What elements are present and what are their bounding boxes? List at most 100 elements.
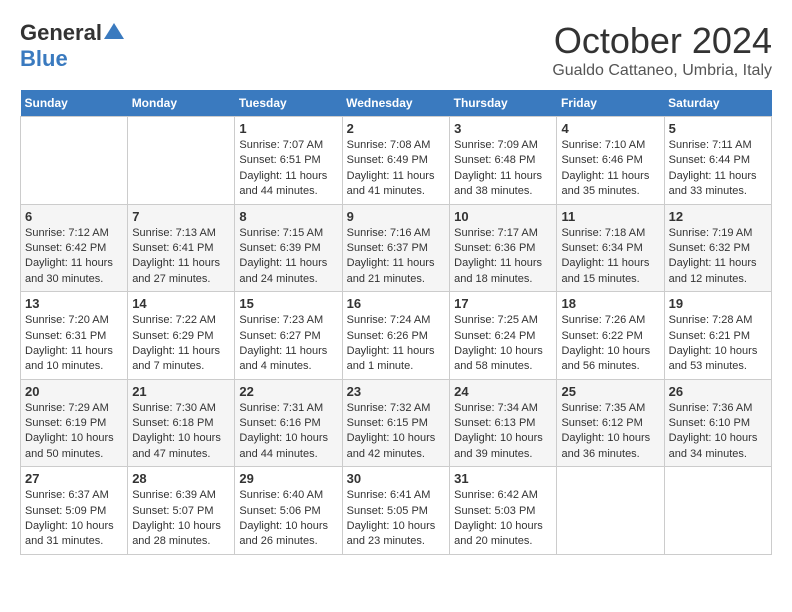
logo: General Blue [20,20,124,72]
cell-info: Sunrise: 6:41 AM [347,488,446,503]
calendar-cell: 29Sunrise: 6:40 AMSunset: 5:06 PMDayligh… [235,467,342,555]
day-number: 26 [669,384,767,399]
cell-info: Sunrise: 7:09 AM [454,138,552,153]
logo-general-text: General [20,20,102,46]
cell-info: Sunrise: 7:31 AM [239,401,337,416]
calendar-cell: 17Sunrise: 7:25 AMSunset: 6:24 PMDayligh… [450,292,557,380]
cell-info: Sunset: 6:41 PM [132,241,230,256]
cell-info: Daylight: 10 hours and 42 minutes. [347,431,446,462]
cell-info: Sunrise: 7:16 AM [347,226,446,241]
cell-info: Sunrise: 7:20 AM [25,313,123,328]
cell-info: Sunset: 6:37 PM [347,241,446,256]
calendar-cell: 28Sunrise: 6:39 AMSunset: 5:07 PMDayligh… [128,467,235,555]
day-header-tuesday: Tuesday [235,90,342,117]
cell-info: Sunset: 6:36 PM [454,241,552,256]
calendar-cell: 20Sunrise: 7:29 AMSunset: 6:19 PMDayligh… [21,379,128,467]
calendar-cell [557,467,664,555]
cell-info: Sunset: 6:34 PM [561,241,659,256]
calendar-cell: 5Sunrise: 7:11 AMSunset: 6:44 PMDaylight… [664,117,771,205]
cell-info: Sunrise: 7:17 AM [454,226,552,241]
cell-info: Sunset: 6:42 PM [25,241,123,256]
cell-info: Sunset: 5:06 PM [239,504,337,519]
day-number: 3 [454,121,552,136]
cell-info: Sunrise: 7:35 AM [561,401,659,416]
cell-info: Daylight: 11 hours and 15 minutes. [561,256,659,287]
cell-info: Sunrise: 7:22 AM [132,313,230,328]
cell-info: Sunset: 6:18 PM [132,416,230,431]
day-number: 9 [347,209,446,224]
cell-info: Sunset: 5:03 PM [454,504,552,519]
cell-info: Sunset: 6:29 PM [132,329,230,344]
cell-info: Sunrise: 7:36 AM [669,401,767,416]
cell-info: Sunrise: 7:12 AM [25,226,123,241]
calendar-cell: 24Sunrise: 7:34 AMSunset: 6:13 PMDayligh… [450,379,557,467]
cell-info: Daylight: 10 hours and 26 minutes. [239,519,337,550]
cell-info: Sunset: 5:05 PM [347,504,446,519]
cell-info: Daylight: 11 hours and 10 minutes. [25,344,123,375]
week-row-1: 1Sunrise: 7:07 AMSunset: 6:51 PMDaylight… [21,117,772,205]
cell-info: Daylight: 11 hours and 12 minutes. [669,256,767,287]
day-number: 18 [561,296,659,311]
page-header: General Blue October 2024 Gualdo Cattane… [20,20,772,80]
cell-info: Sunrise: 6:39 AM [132,488,230,503]
cell-info: Sunset: 6:21 PM [669,329,767,344]
cell-info: Sunrise: 7:26 AM [561,313,659,328]
cell-info: Sunrise: 6:37 AM [25,488,123,503]
cell-info: Sunrise: 7:10 AM [561,138,659,153]
month-title: October 2024 [552,20,772,62]
day-number: 21 [132,384,230,399]
calendar-cell: 22Sunrise: 7:31 AMSunset: 6:16 PMDayligh… [235,379,342,467]
day-number: 20 [25,384,123,399]
cell-info: Sunrise: 7:23 AM [239,313,337,328]
cell-info: Sunrise: 7:13 AM [132,226,230,241]
cell-info: Sunset: 6:32 PM [669,241,767,256]
cell-info: Sunrise: 7:28 AM [669,313,767,328]
cell-info: Daylight: 11 hours and 21 minutes. [347,256,446,287]
location: Gualdo Cattaneo, Umbria, Italy [552,62,772,80]
calendar-cell [128,117,235,205]
cell-info: Sunset: 6:27 PM [239,329,337,344]
cell-info: Daylight: 11 hours and 18 minutes. [454,256,552,287]
calendar-cell: 10Sunrise: 7:17 AMSunset: 6:36 PMDayligh… [450,204,557,292]
cell-info: Daylight: 10 hours and 28 minutes. [132,519,230,550]
cell-info: Sunrise: 7:07 AM [239,138,337,153]
cell-info: Daylight: 10 hours and 36 minutes. [561,431,659,462]
cell-info: Sunset: 6:12 PM [561,416,659,431]
day-number: 7 [132,209,230,224]
cell-info: Daylight: 11 hours and 7 minutes. [132,344,230,375]
cell-info: Daylight: 10 hours and 39 minutes. [454,431,552,462]
day-number: 5 [669,121,767,136]
cell-info: Daylight: 10 hours and 20 minutes. [454,519,552,550]
calendar-cell [664,467,771,555]
cell-info: Daylight: 10 hours and 44 minutes. [239,431,337,462]
calendar-cell: 1Sunrise: 7:07 AMSunset: 6:51 PMDaylight… [235,117,342,205]
cell-info: Sunset: 6:39 PM [239,241,337,256]
calendar-cell: 18Sunrise: 7:26 AMSunset: 6:22 PMDayligh… [557,292,664,380]
cell-info: Daylight: 11 hours and 24 minutes. [239,256,337,287]
day-number: 16 [347,296,446,311]
cell-info: Sunrise: 7:08 AM [347,138,446,153]
cell-info: Sunset: 6:16 PM [239,416,337,431]
calendar-cell: 26Sunrise: 7:36 AMSunset: 6:10 PMDayligh… [664,379,771,467]
header-row: SundayMondayTuesdayWednesdayThursdayFrid… [21,90,772,117]
cell-info: Sunrise: 7:18 AM [561,226,659,241]
cell-info: Daylight: 10 hours and 56 minutes. [561,344,659,375]
logo-icon [104,21,124,41]
day-header-thursday: Thursday [450,90,557,117]
day-header-saturday: Saturday [664,90,771,117]
cell-info: Sunrise: 7:19 AM [669,226,767,241]
calendar-cell: 31Sunrise: 6:42 AMSunset: 5:03 PMDayligh… [450,467,557,555]
calendar-cell: 21Sunrise: 7:30 AMSunset: 6:18 PMDayligh… [128,379,235,467]
cell-info: Daylight: 11 hours and 4 minutes. [239,344,337,375]
cell-info: Daylight: 11 hours and 38 minutes. [454,169,552,200]
calendar-cell: 23Sunrise: 7:32 AMSunset: 6:15 PMDayligh… [342,379,450,467]
week-row-4: 20Sunrise: 7:29 AMSunset: 6:19 PMDayligh… [21,379,772,467]
day-number: 17 [454,296,552,311]
calendar-cell: 4Sunrise: 7:10 AMSunset: 6:46 PMDaylight… [557,117,664,205]
week-row-5: 27Sunrise: 6:37 AMSunset: 5:09 PMDayligh… [21,467,772,555]
cell-info: Sunset: 5:09 PM [25,504,123,519]
calendar-cell: 3 Sunrise: 7:09 AMSunset: 6:48 PMDaylight… [450,117,557,205]
calendar-cell: 19Sunrise: 7:28 AMSunset: 6:21 PMDayligh… [664,292,771,380]
cell-info: Sunset: 6:48 PM [454,153,552,168]
cell-info: Sunset: 6:24 PM [454,329,552,344]
